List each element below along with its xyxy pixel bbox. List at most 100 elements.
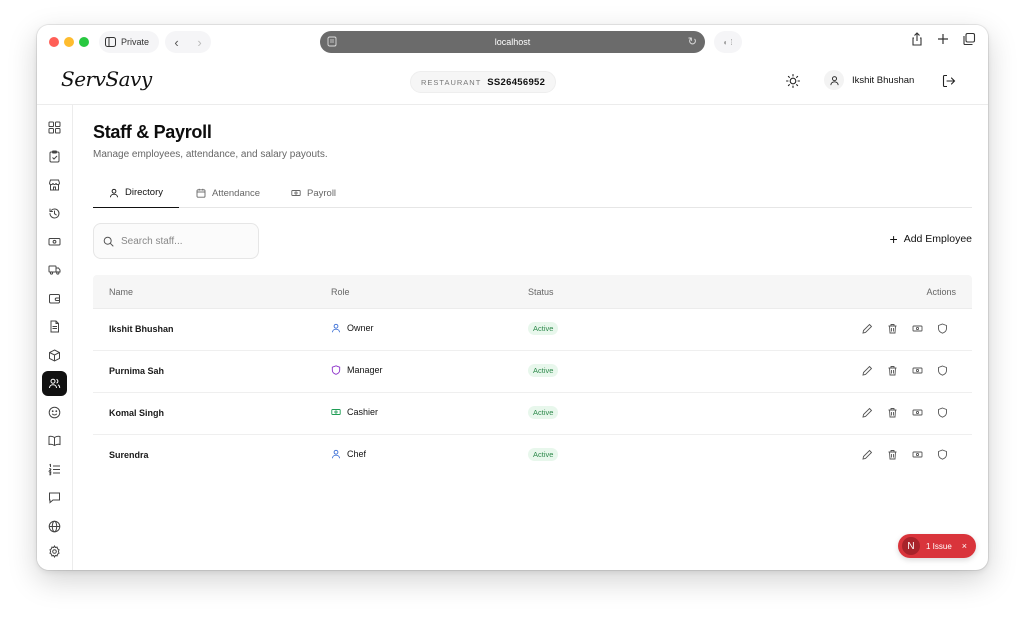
extension-button[interactable]: ◐ ⁞: [714, 31, 742, 53]
sidebar-icon: [105, 37, 116, 47]
role-label: Manager: [347, 365, 383, 375]
tab-bar: Directory Attendance Payroll: [93, 178, 972, 208]
user-icon: [332, 449, 340, 459]
restaurant-code: SS26456952: [487, 76, 546, 88]
forward-button[interactable]: ›: [197, 35, 201, 50]
banknote-icon: [291, 190, 301, 196]
row-actions: [862, 365, 948, 376]
sidebar-item-dashboard[interactable]: [42, 115, 67, 140]
close-icon[interactable]: ×: [962, 541, 967, 551]
tab-directory[interactable]: Directory: [93, 178, 180, 208]
package-icon: [49, 349, 60, 362]
sidebar-item-settings[interactable]: [42, 539, 67, 564]
app-logo[interactable]: ServSavy: [61, 67, 152, 91]
sidebar-item-reports[interactable]: [42, 314, 67, 339]
payout-banknote-icon[interactable]: [912, 449, 923, 460]
user-menu[interactable]: Ikshit Bhushan: [824, 70, 914, 90]
smile-icon: [48, 406, 61, 419]
status-badge: Active: [528, 448, 559, 461]
employee-role: Owner: [331, 323, 374, 333]
share-icon[interactable]: [910, 32, 924, 46]
delete-trash-icon[interactable]: [887, 449, 898, 460]
payout-banknote-icon[interactable]: [912, 365, 923, 376]
maximize-window-button[interactable]: [79, 37, 89, 47]
book-icon: [48, 435, 61, 447]
row-actions: [862, 449, 948, 460]
banknote-icon: [331, 409, 341, 415]
tab-attendance-label: Attendance: [212, 187, 261, 199]
sidebar-item-messages[interactable]: [42, 485, 67, 510]
sidebar: [37, 105, 73, 570]
sidebar-item-delivery[interactable]: [42, 257, 67, 282]
row-actions: [862, 323, 948, 334]
sidebar-item-store[interactable]: [42, 172, 67, 197]
search-input[interactable]: [121, 235, 251, 247]
delete-trash-icon[interactable]: [887, 323, 898, 334]
edit-pencil-icon[interactable]: [862, 407, 873, 418]
search-icon: [103, 236, 114, 246]
table-row: Surendra Chef Active: [93, 435, 972, 477]
theme-toggle-sun-icon[interactable]: [785, 73, 801, 89]
column-header-actions: Actions: [926, 287, 956, 297]
restaurant-label: RESTAURANT: [421, 77, 482, 87]
employee-name: Komal Singh: [109, 408, 165, 418]
sidebar-item-orders[interactable]: [42, 144, 67, 169]
status-badge: Active: [528, 364, 559, 377]
dev-issue-badge[interactable]: N 1 Issue ×: [898, 534, 976, 558]
sidebar-item-cash[interactable]: [42, 229, 67, 254]
column-header-status: Status: [528, 287, 554, 297]
employee-name: Surendra: [109, 450, 149, 460]
sidebar-item-staff[interactable]: [42, 371, 67, 396]
delete-trash-icon[interactable]: [887, 407, 898, 418]
reload-icon[interactable]: ↻: [688, 35, 697, 48]
permissions-shield-icon[interactable]: [937, 323, 948, 334]
globe-icon: [48, 520, 61, 533]
sidebar-item-history[interactable]: [42, 201, 67, 226]
employee-role: Manager: [331, 365, 383, 375]
sidebar-item-feedback[interactable]: [42, 400, 67, 425]
sidebar-item-tasks[interactable]: [42, 457, 67, 482]
new-tab-icon[interactable]: [936, 32, 950, 46]
permissions-shield-icon[interactable]: [937, 449, 948, 460]
back-button[interactable]: ‹: [174, 35, 178, 50]
address-bar[interactable]: localhost ↻: [320, 31, 705, 53]
payout-banknote-icon[interactable]: [912, 407, 923, 418]
logout-icon[interactable]: [941, 73, 957, 89]
delete-trash-icon[interactable]: [887, 365, 898, 376]
nextjs-logo-icon: N: [902, 537, 920, 555]
column-header-name: Name: [109, 287, 134, 297]
employee-name: Ikshit Bhushan: [109, 324, 174, 334]
calendar-icon: [196, 188, 206, 198]
sidebar-item-menu[interactable]: [42, 428, 67, 453]
restaurant-id-badge: RESTAURANT SS26456952: [410, 71, 557, 93]
tab-attendance[interactable]: Attendance: [180, 178, 276, 208]
list-ordered-icon: [48, 463, 60, 476]
edit-pencil-icon[interactable]: [862, 449, 873, 460]
user-name: Ikshit Bhushan: [852, 74, 915, 86]
browser-window: Private ‹ › localhost ↻ ◐ ⁞ ServSavy RES…: [37, 25, 988, 570]
minimize-window-button[interactable]: [64, 37, 74, 47]
sidebar-item-inventory[interactable]: [42, 343, 67, 368]
role-label: Cashier: [347, 407, 379, 417]
page-icon: [327, 36, 337, 47]
add-employee-label: Add Employee: [903, 233, 972, 245]
edit-pencil-icon[interactable]: [862, 323, 873, 334]
sidebar-item-wallet[interactable]: [42, 286, 67, 311]
sidebar-toggle-button[interactable]: Private: [99, 31, 159, 53]
tab-overview-icon[interactable]: [962, 32, 976, 46]
edit-pencil-icon[interactable]: [862, 365, 873, 376]
payout-banknote-icon[interactable]: [912, 323, 923, 334]
message-icon: [49, 492, 60, 504]
status-badge: Active: [528, 322, 559, 335]
add-employee-button[interactable]: + Add Employee: [890, 232, 972, 246]
sidebar-item-online[interactable]: [42, 514, 67, 539]
permissions-shield-icon[interactable]: [937, 407, 948, 418]
tab-payroll[interactable]: Payroll: [275, 178, 352, 208]
tab-payroll-label: Payroll: [307, 187, 337, 199]
close-window-button[interactable]: [49, 37, 59, 47]
row-actions: [862, 407, 948, 418]
employee-role: Cashier: [331, 407, 378, 417]
column-header-role: Role: [331, 287, 350, 297]
private-label: Private: [121, 37, 150, 47]
permissions-shield-icon[interactable]: [937, 365, 948, 376]
